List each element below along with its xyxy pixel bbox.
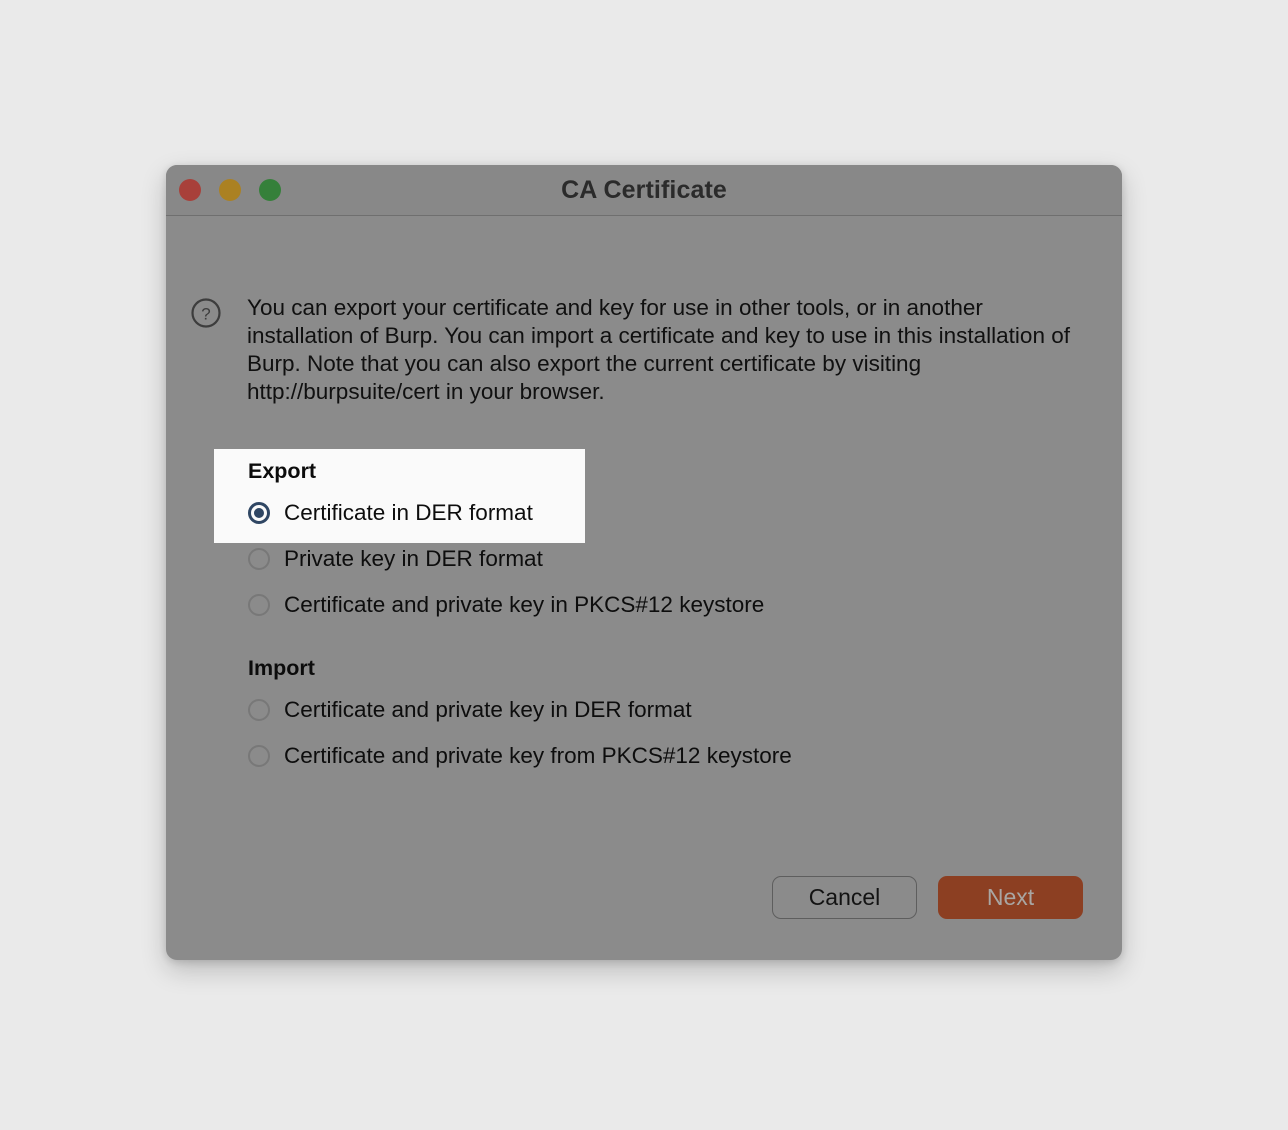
window-title: CA Certificate [561,176,727,204]
radio-indicator[interactable] [248,547,270,570]
import-option-group: Import Certificate and private key in DE… [248,656,792,772]
next-button[interactable]: Next [938,876,1083,919]
ca-certificate-dialog: CA Certificate ? You can export your cer… [166,165,1122,960]
radio-option-import-cert-and-key-der[interactable]: Certificate and private key in DER forma… [248,693,792,726]
window-titlebar: CA Certificate [166,165,1122,216]
dialog-content: ? You can export your certificate and ke… [166,216,1122,960]
radio-indicator[interactable] [248,744,270,767]
radio-option-label: Private key in DER format [284,545,543,571]
description-text: You can export your certificate and key … [247,295,1070,404]
svg-text:?: ? [201,305,210,324]
question-circle-icon: ? [190,297,222,329]
radio-option-private-key-der[interactable]: Private key in DER format [248,542,764,575]
radio-indicator[interactable] [248,593,270,616]
radio-indicator[interactable] [248,698,270,721]
import-group-label: Import [248,656,315,680]
radio-option-certificate-der[interactable]: Certificate in DER format [248,496,764,529]
export-group-label: Export [248,459,317,483]
radio-option-label: Certificate and private key in PKCS#12 k… [284,591,765,617]
description-row: ? You can export your certificate and ke… [190,294,1082,406]
radio-option-import-cert-and-key-pkcs12[interactable]: Certificate and private key from PKCS#12… [248,739,792,772]
export-option-group: Export Certificate in DER format Private… [248,459,764,621]
radio-indicator[interactable] [248,501,270,524]
dialog-footer: Cancel Next [772,876,1083,919]
radio-option-label: Certificate and private key in DER forma… [284,696,692,722]
radio-option-label: Certificate and private key from PKCS#12… [284,742,792,768]
radio-option-cert-and-key-pkcs12[interactable]: Certificate and private key in PKCS#12 k… [248,588,764,621]
radio-option-label: Certificate in DER format [284,499,533,525]
cancel-button[interactable]: Cancel [772,876,917,919]
